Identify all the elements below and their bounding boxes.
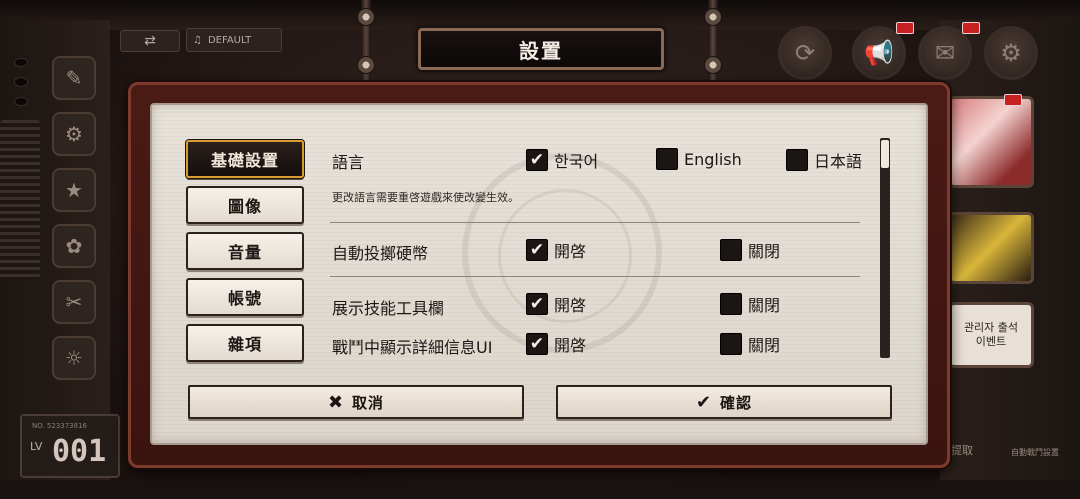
mail-icon[interactable]: ✉ (918, 26, 972, 80)
confirm-button[interactable]: ✔ 確認 (556, 385, 892, 419)
option-label: 開啓 (554, 296, 587, 315)
megaphone-icon[interactable]: 📢 (852, 26, 906, 80)
divider (330, 276, 860, 277)
tab-label: 基礎設置 (210, 151, 279, 170)
event-banner-3[interactable]: 관리자 출석 이벤트 (948, 302, 1034, 368)
tab-label: 圖像 (227, 197, 262, 216)
option-label: 關閉 (748, 242, 781, 261)
option-label: 日本語 (814, 152, 863, 171)
page-title: 設置 (519, 38, 563, 63)
side-menu-icon-2[interactable]: ⚙ (52, 112, 96, 156)
confirm-label: 確認 (720, 393, 753, 412)
auto-coin-off-option[interactable]: 關閉 (720, 238, 780, 262)
option-label: 開啓 (554, 242, 587, 261)
tab-basic-settings[interactable]: 基礎設置 (186, 140, 304, 178)
extract-label: 提取 (951, 444, 973, 457)
checkbox-unchecked-icon[interactable] (720, 333, 742, 355)
auto-battle-label: 自動戰鬥設置 (1011, 448, 1059, 457)
left-dots (14, 58, 30, 106)
checkbox-unchecked-icon[interactable] (656, 148, 678, 170)
option-label: 關閉 (748, 296, 781, 315)
auto-coin-on-option[interactable]: ✔ 開啓 (526, 238, 586, 262)
auto-battle-settings-button[interactable]: 自動戰鬥設置 (1000, 404, 1070, 458)
side-menu-icon-1[interactable]: ✎ (52, 56, 96, 100)
battle-detail-on-option[interactable]: ✔ 開啓 (526, 332, 586, 356)
option-label: 開啓 (554, 336, 587, 355)
rod-bolt (704, 8, 722, 26)
event-banner-text: 관리자 출석 이벤트 (963, 320, 1019, 348)
checkbox-checked-icon[interactable]: ✔ (526, 149, 548, 171)
notification-badge (896, 22, 914, 34)
notification-badge (1004, 94, 1022, 106)
event-banner-2[interactable] (948, 212, 1034, 284)
rod-bolt (357, 56, 375, 74)
rod-bolt (357, 8, 375, 26)
music-label: DEFAULT (207, 34, 252, 46)
skill-bar-label: 展示技能工具欄 (332, 299, 445, 318)
rod-bolt (704, 56, 722, 74)
checkbox-unchecked-icon[interactable] (720, 293, 742, 315)
checkbox-checked-icon[interactable]: ✔ (526, 239, 548, 261)
title-plate: 設置 (418, 28, 664, 70)
divider (330, 222, 860, 223)
check-icon: ✔ (695, 391, 713, 413)
tab-graphics[interactable]: 圖像 (186, 186, 304, 224)
event-banner-1[interactable] (948, 96, 1034, 188)
level-label: LV (30, 440, 43, 453)
x-icon: ✖ (327, 391, 345, 413)
tab-label: 音量 (227, 243, 262, 262)
side-menu-icon-3[interactable]: ★ (52, 168, 96, 212)
side-menu-icon-4[interactable]: ✿ (52, 224, 96, 268)
option-label: English (684, 149, 742, 169)
language-note: 更改語言需要重啓遊戲來使改變生效。 (332, 191, 519, 204)
language-option-english[interactable]: English (656, 148, 742, 170)
checkbox-unchecked-icon[interactable] (720, 239, 742, 261)
tab-label: 帳號 (227, 289, 262, 308)
language-option-korean[interactable]: ✔ 한국어 (526, 148, 598, 172)
side-menu-icon-6[interactable]: ☼ (52, 336, 96, 380)
option-label: 關閉 (748, 336, 781, 355)
left-vents (0, 120, 40, 280)
language-option-japanese[interactable]: 日本語 (786, 148, 862, 172)
tab-volume[interactable]: 音量 (186, 232, 304, 270)
swap-icon[interactable]: ⇄ (120, 30, 180, 52)
music-selector[interactable]: ♫ DEFAULT (186, 28, 282, 52)
player-id: NO. 523373816 (32, 422, 87, 430)
level-box: NO. 523373816 LV 001 (20, 414, 120, 478)
auto-coin-label: 自動投擲硬幣 (332, 244, 429, 263)
tab-misc[interactable]: 雜項 (186, 324, 304, 362)
checkbox-checked-icon[interactable]: ✔ (526, 333, 548, 355)
music-note-icon: ♫ (193, 34, 202, 46)
skill-bar-off-option[interactable]: 關閉 (720, 292, 780, 316)
cancel-button[interactable]: ✖ 取消 (188, 385, 524, 419)
scrollbar-track[interactable] (880, 138, 890, 358)
cancel-label: 取消 (352, 393, 385, 412)
skill-bar-on-option[interactable]: ✔ 開啓 (526, 292, 586, 316)
tab-account[interactable]: 帳號 (186, 278, 304, 316)
battle-detail-off-option[interactable]: 關閉 (720, 332, 780, 356)
tab-label: 雜項 (227, 335, 262, 354)
notification-badge (962, 22, 980, 34)
top-strip (0, 0, 1080, 30)
level-value: 001 (52, 434, 107, 469)
gear-icon[interactable]: ⚙ (984, 26, 1038, 80)
option-label: 한국어 (554, 152, 599, 171)
scrollbar-thumb[interactable] (881, 140, 889, 168)
checkbox-checked-icon[interactable]: ✔ (526, 293, 548, 315)
refresh-icon[interactable]: ⟳ (778, 26, 832, 80)
checkbox-unchecked-icon[interactable] (786, 149, 808, 171)
side-menu-icon-5[interactable]: ✂ (52, 280, 96, 324)
language-label: 語言 (332, 153, 365, 172)
battle-detail-label: 戰鬥中顯示詳細信息UI (332, 338, 493, 357)
